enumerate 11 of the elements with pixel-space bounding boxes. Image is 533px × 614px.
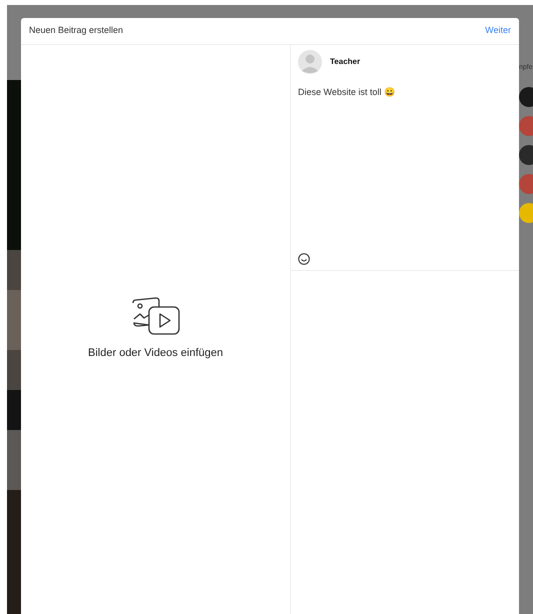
photo-video-icon (130, 297, 182, 338)
author-name: Teacher (330, 56, 360, 68)
caption-field[interactable]: Diese Website ist toll 😀 (298, 86, 512, 100)
smiley-icon[interactable] (298, 253, 310, 265)
dialog-title: Neuen Beitrag erstellen (29, 24, 124, 38)
upload-label: Bilder oder Videos einfügen (88, 346, 223, 362)
user-avatar[interactable] (519, 86, 533, 106)
next-button[interactable]: Weiter (485, 24, 511, 38)
avatar-icon (298, 50, 322, 74)
user-avatar[interactable] (519, 202, 533, 222)
user-avatar[interactable] (519, 144, 533, 164)
